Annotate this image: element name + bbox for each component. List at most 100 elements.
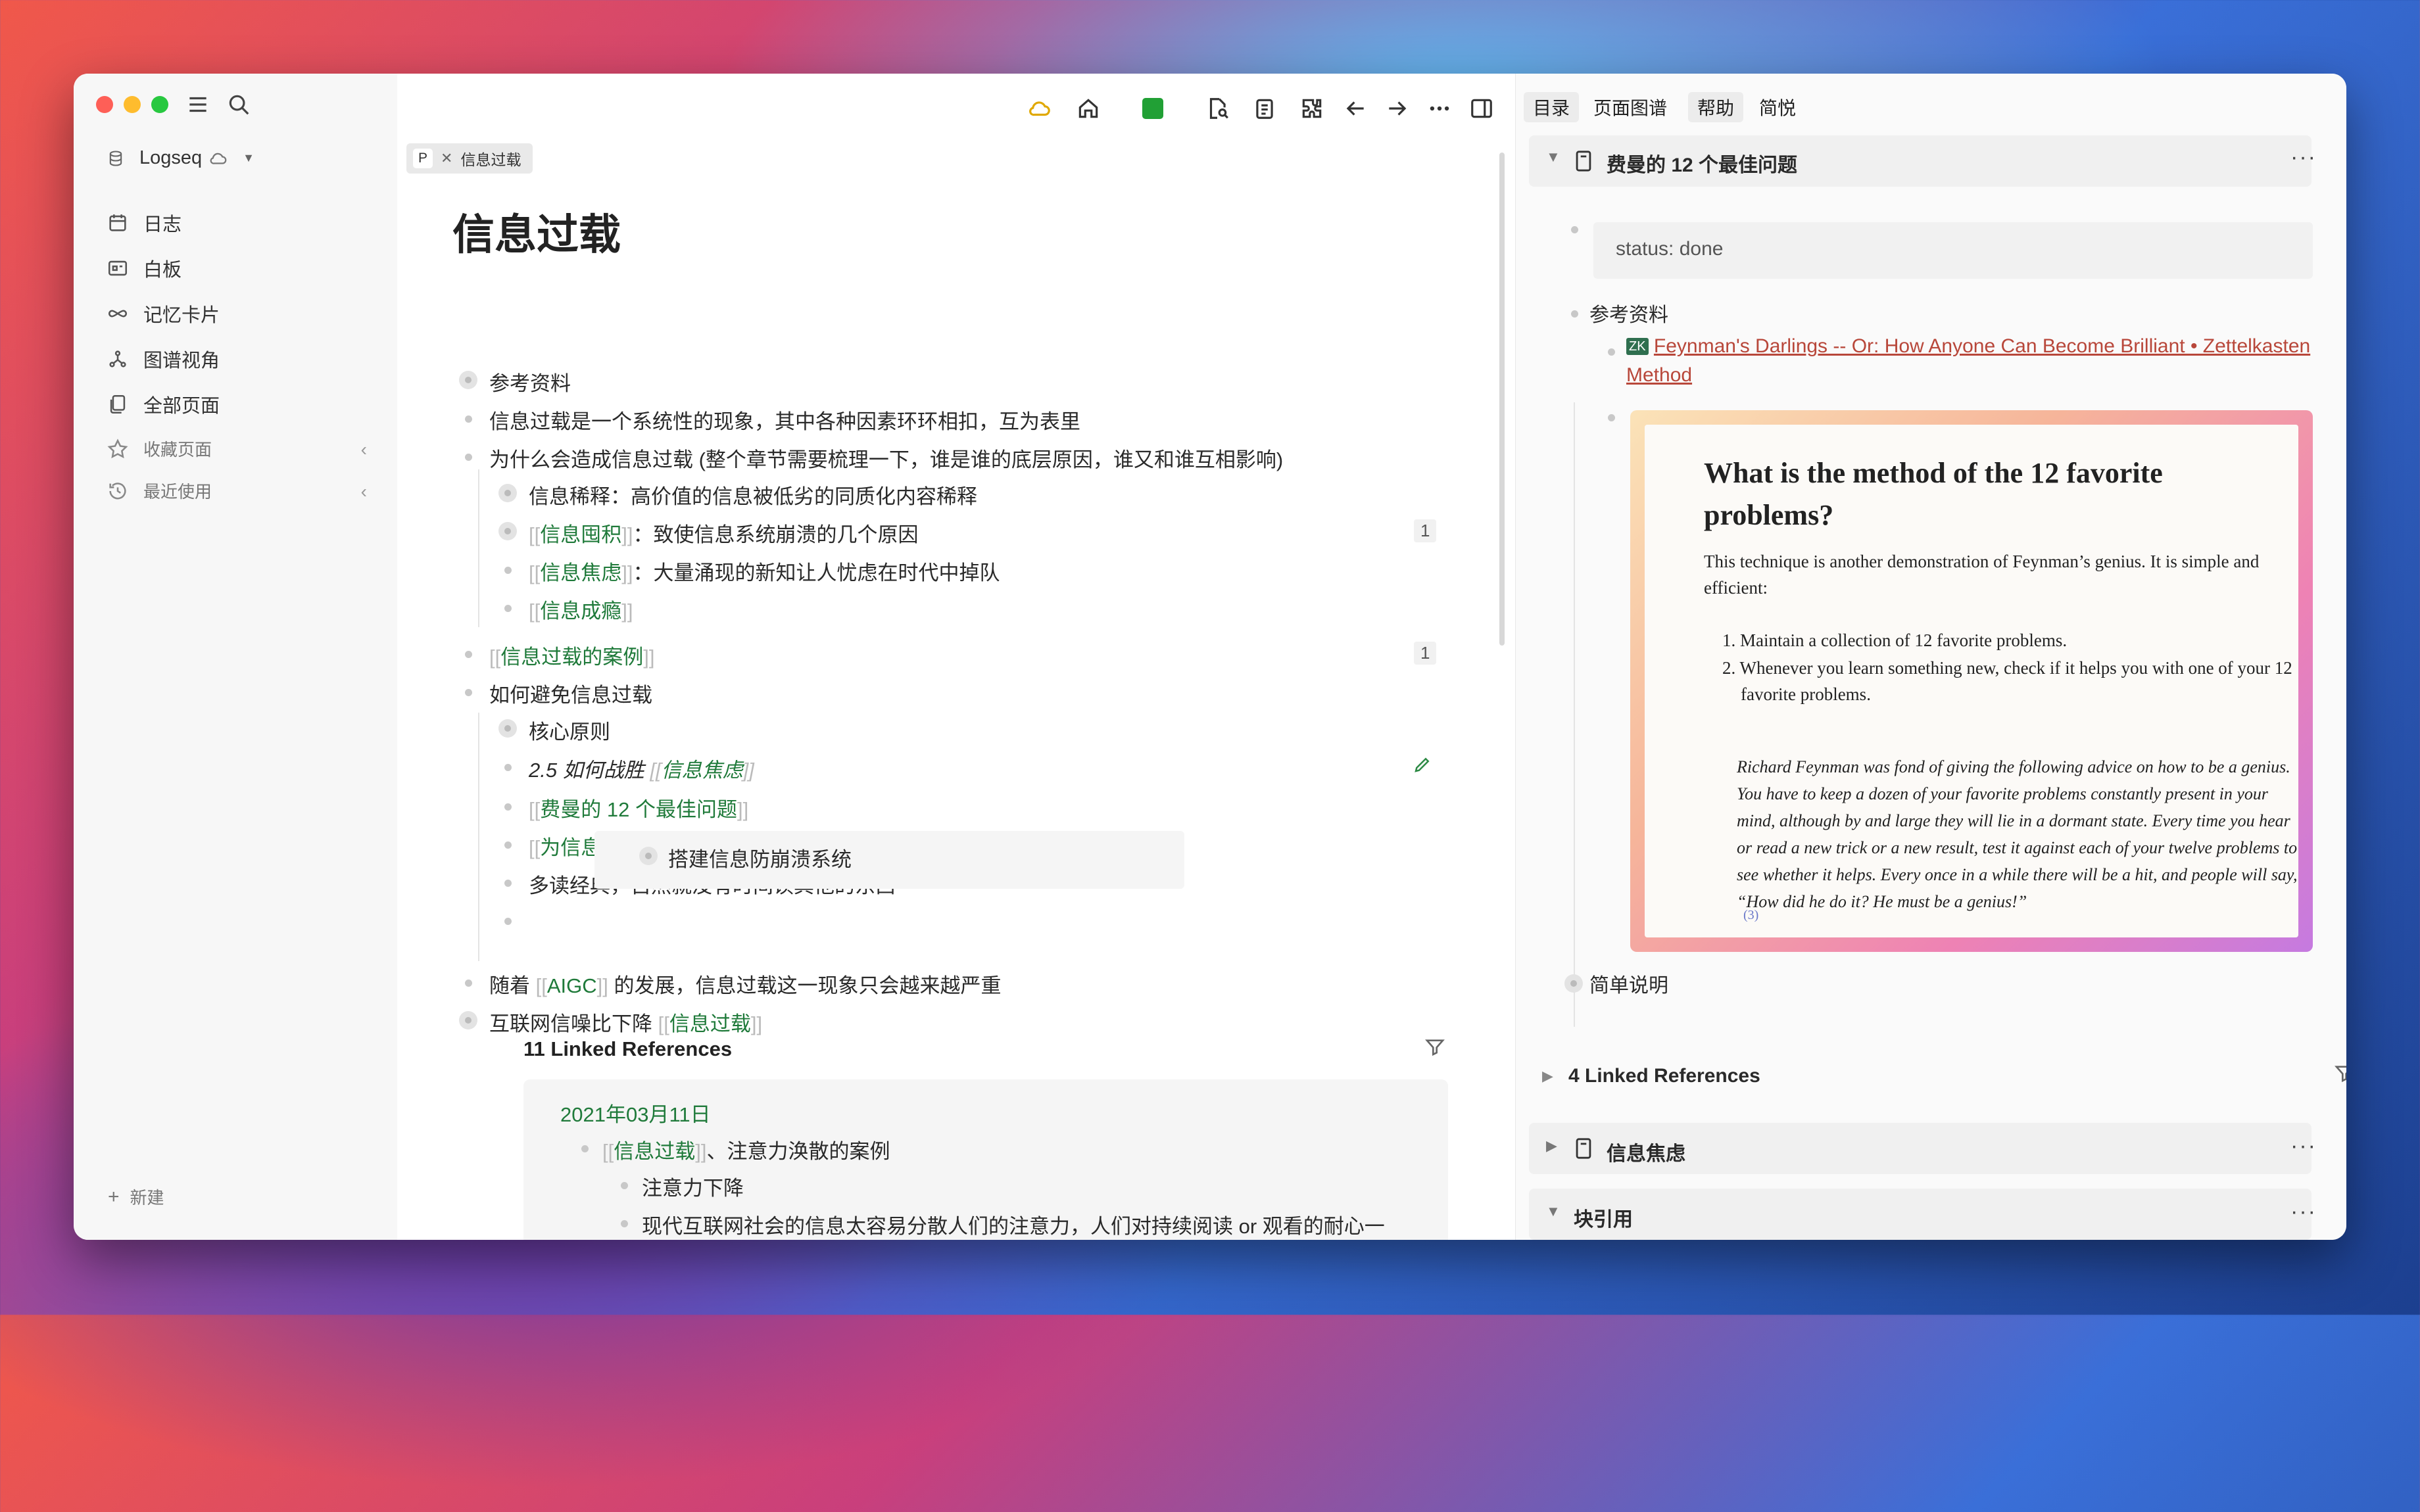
page-ref-link[interactable]: 信息过载的案例 [500,646,643,669]
bullet[interactable] [504,841,512,849]
block-row[interactable]: [[信息过载的案例]] [489,640,654,670]
more-icon[interactable]: ··· [2290,1199,2317,1225]
block-text[interactable]: 现代互联网社会的信息太容易分散人们的注意力，人们对持续阅读 or 观看的耐心一 [642,1210,1385,1239]
bullet[interactable] [504,880,512,887]
footnote-link[interactable]: (3) [1743,902,2335,928]
bullet[interactable] [504,803,512,811]
block-text[interactable]: 简单说明 [1589,969,1668,998]
sidebar-item-flashcards[interactable]: 记忆卡片 [107,300,220,327]
sidebar-item-journals[interactable]: 日志 [107,209,182,237]
block-row[interactable]: [[信息过载]]、注意力涣散的案例 [602,1135,890,1164]
sidebar-item-whiteboards[interactable]: 白板 [107,254,182,282]
bullet[interactable] [504,567,512,574]
new-page-button[interactable]: + 新建 [108,1185,164,1209]
sidebar-card-header[interactable] [1529,1189,2311,1240]
bullet[interactable] [1608,414,1615,421]
external-link-cont[interactable]: Method [1626,364,1692,387]
tab-page-graph[interactable]: 页面图谱 [1584,92,1676,122]
page-ref-link[interactable]: 信息过载 [614,1140,695,1163]
filter-icon[interactable] [1424,1036,1445,1060]
card-title[interactable]: 费曼的 12 个最佳问题 [1607,149,1797,177]
page-ref-link[interactable]: 信息囤积 [540,523,621,546]
bullet[interactable] [504,605,512,612]
caret-down-icon[interactable]: ▼ [1546,149,1561,166]
toggle-right-sidebar-icon[interactable] [1468,95,1495,122]
minimize-window-button[interactable] [124,96,141,113]
page-ref-link[interactable]: 信息成瘾 [540,600,621,623]
page-ref-link[interactable]: AIGC [547,974,597,997]
arrow-left-icon[interactable] [1342,95,1369,122]
bullet[interactable] [1571,310,1578,318]
block-text[interactable]: 信息过载是一个系统性的现象，其中各种因素环环相扣，互为表里 [489,405,1080,435]
collapsed-bullet[interactable] [1564,974,1583,993]
page-ref-link[interactable]: 信息焦虑 [662,759,743,782]
bullet[interactable] [465,415,472,423]
sidebar-item-graph-view[interactable]: 图谱视角 [107,345,220,373]
block-row[interactable]: 2.5 如何战胜 [[信息焦虑]] [529,753,754,783]
bullet[interactable] [621,1220,628,1227]
journal-date-link[interactable]: 2021年03月11日 [560,1098,711,1127]
linked-references-heading[interactable]: 11 Linked References [523,1037,732,1061]
menu-icon[interactable] [185,92,210,120]
bullet[interactable] [504,764,512,771]
block-text[interactable]: 为什么会造成信息过载 (整个章节需要梳理一下，谁是谁的底层原因，谁又和谁互相影响… [489,443,1283,473]
quote-embed[interactable]: What is the method of the 12 favorite pr… [1645,425,2298,937]
block-row[interactable]: 随着 [[AIGC]] 的发展，信息过载这一现象只会越来越严重 [489,969,1002,999]
block-text[interactable]: 如何避免信息过载 [489,678,652,708]
tab-simpread[interactable]: 简悦 [1750,92,1805,122]
ref-count-badge[interactable]: 1 [1414,642,1437,665]
collapsed-bullet[interactable] [498,522,517,540]
external-link-row[interactable]: ZK Feynman's Darlings -- Or: How Anyone … [1626,335,2310,358]
filter-icon[interactable] [2334,1062,2346,1087]
block-row[interactable]: [[信息成瘾]] [529,594,633,624]
collapsed-bullet[interactable] [639,847,658,865]
page-ref-link[interactable]: 信息焦虑 [540,561,621,584]
zoom-window-button[interactable] [151,96,168,113]
collapsed-bullet[interactable] [459,371,477,389]
block-text[interactable]: 核心原则 [529,715,610,745]
clipboard-icon[interactable] [1251,95,1278,122]
linked-references-heading[interactable]: 4 Linked References [1568,1065,1760,1087]
close-window-button[interactable] [96,96,113,113]
external-link[interactable]: Feynman's Darlings -- Or: How Anyone Can… [1654,335,2310,357]
caret-right-icon[interactable]: ▶ [1542,1068,1553,1085]
card-title[interactable]: 信息焦虑 [1607,1137,1685,1166]
close-icon[interactable]: ✕ [441,150,452,167]
block-row[interactable]: [[费曼的 12 个最佳问题]] [529,793,748,822]
pencil-icon[interactable] [1413,755,1432,778]
block-text[interactable]: 信息稀释：高价值的信息被低劣的同质化内容稀释 [529,480,977,509]
bullet[interactable] [621,1182,628,1189]
sidebar-favorites[interactable]: 收藏页面 [107,437,370,461]
sidebar-item-all-pages[interactable]: 全部页面 [107,390,220,418]
card-title[interactable]: 块引用 [1574,1203,1633,1232]
tab-help[interactable]: 帮助 [1688,92,1744,122]
more-icon[interactable]: ··· [2290,1133,2317,1159]
collapsed-bullet[interactable] [459,1011,477,1029]
sidebar-recent[interactable]: 最近使用 [107,479,370,503]
bullet[interactable] [465,651,472,658]
chevron-left-icon[interactable]: ‹ [361,481,367,502]
bullet[interactable] [1571,226,1578,233]
block-text[interactable]: 参考资料 [489,367,571,396]
bullet[interactable] [504,918,512,925]
block-text[interactable]: 参考资料 [1589,298,1668,327]
page-ref-link[interactable]: 费曼的 12 个最佳问题 [540,798,737,821]
embedded-block-text[interactable]: 搭建信息防崩溃系统 [668,843,852,872]
page-tab[interactable]: P ✕ 信息过载 [406,143,533,174]
bullet[interactable] [1608,348,1615,356]
collapsed-bullet[interactable] [498,719,517,738]
tab-toc[interactable]: 目录 [1524,92,1580,122]
more-icon[interactable]: ··· [2290,145,2317,170]
bullet[interactable] [465,454,472,461]
graph-selector[interactable]: Logseq ▼ [107,147,254,169]
block-row[interactable]: [[信息焦虑]]：大量涌现的新知让人忧虑在时代中掉队 [529,556,1000,586]
puzzle-icon[interactable] [1298,95,1326,122]
block-row[interactable]: [[信息囤积]]：致使信息系统崩溃的几个原因 [529,518,918,548]
sync-cloud-icon[interactable] [1026,95,1053,122]
caret-down-icon[interactable]: ▼ [1546,1203,1561,1220]
block-text[interactable]: 注意力下降 [642,1171,744,1201]
green-square-icon[interactable] [1139,95,1167,122]
bullet[interactable] [465,980,472,987]
page-title[interactable]: 信息过载 [452,201,621,262]
block-row[interactable]: 互联网信噪比下降 [[信息过载]] [489,1007,762,1037]
